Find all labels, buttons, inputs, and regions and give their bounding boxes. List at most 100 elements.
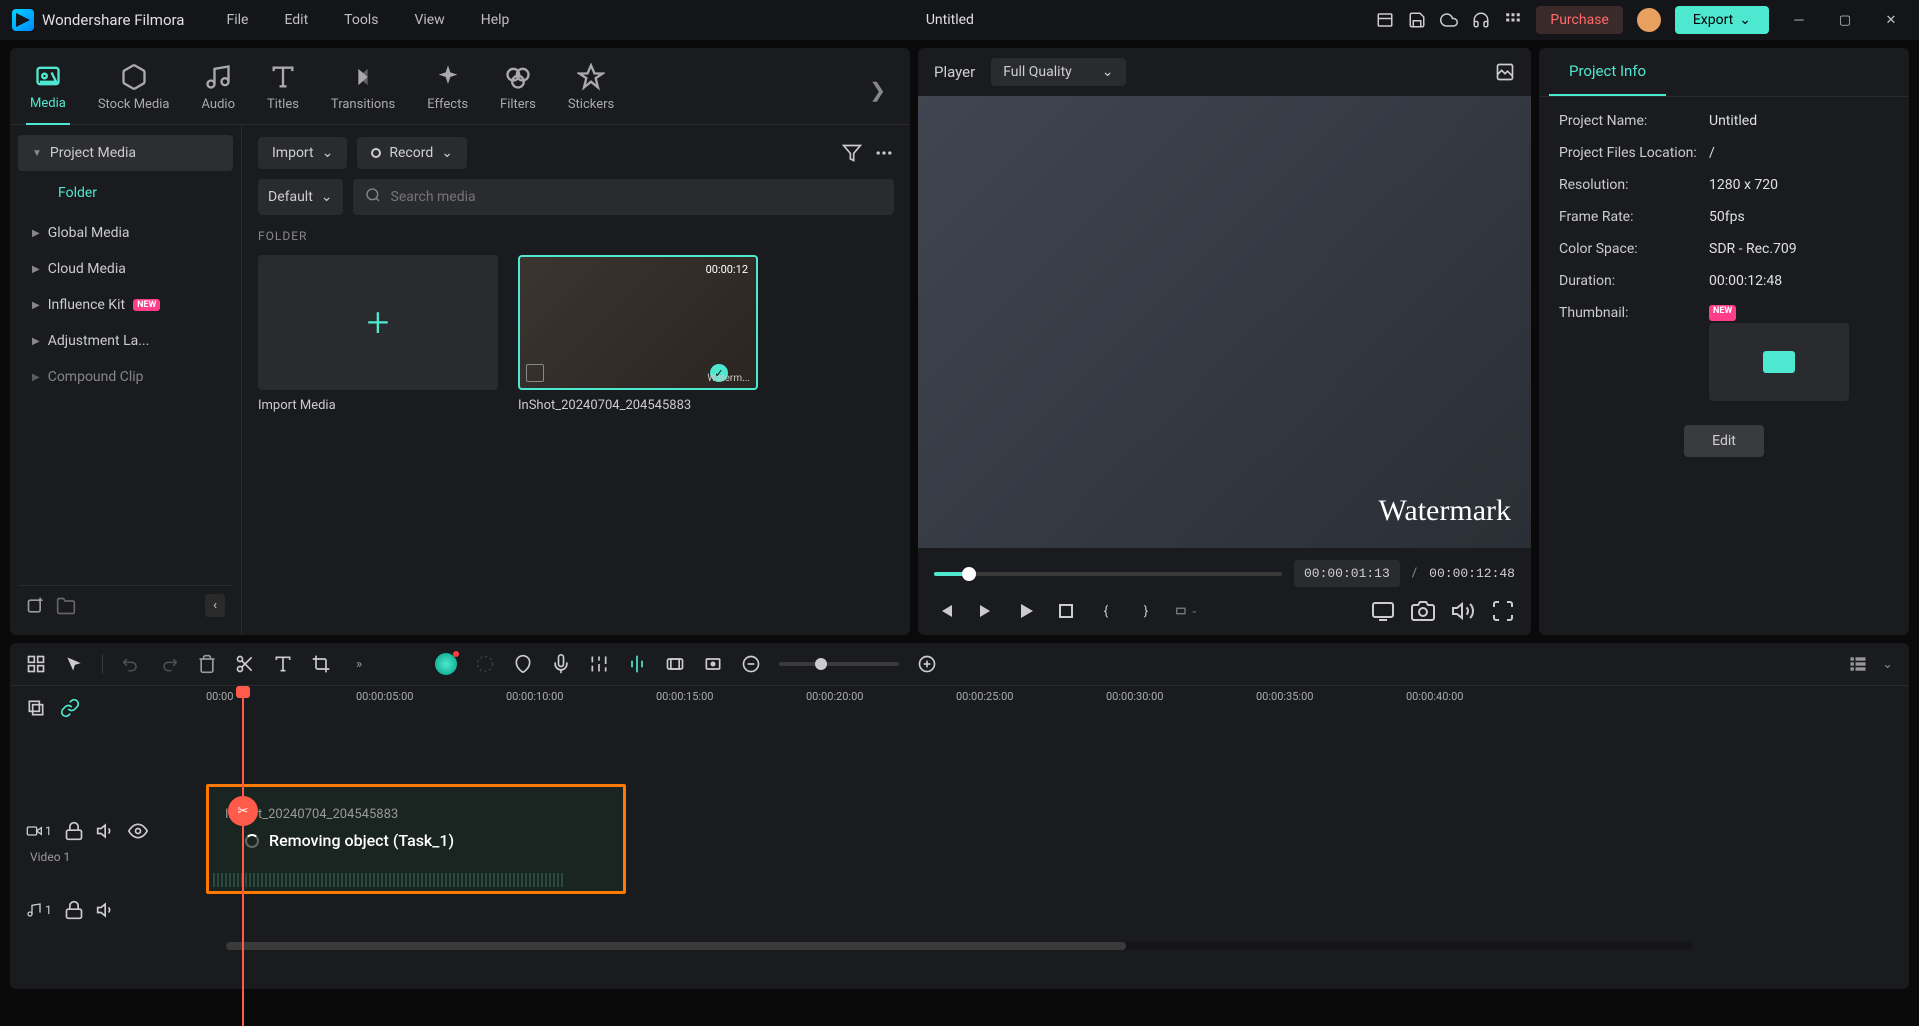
undo-button[interactable] xyxy=(121,654,141,674)
edit-button[interactable]: Edit xyxy=(1684,425,1764,457)
import-media-card[interactable]: + Import Media xyxy=(258,255,498,413)
marker-tool-icon[interactable] xyxy=(513,654,533,674)
media-browser: Import ⌄ Record ⌄ Default xyxy=(242,125,910,635)
player-scrubber[interactable] xyxy=(934,572,1282,576)
close-button[interactable]: ✕ xyxy=(1875,4,1907,36)
menu-edit[interactable]: Edit xyxy=(270,6,322,34)
sidebar-item-folder[interactable]: Folder xyxy=(18,175,233,211)
sidebar-item-adjustment-layer[interactable]: ▶ Adjustment La... xyxy=(18,323,233,359)
snapshot-gallery-icon[interactable] xyxy=(1495,62,1515,82)
track-visibility-icon[interactable] xyxy=(128,821,148,841)
timeline-link-icon[interactable] xyxy=(26,698,46,718)
track-mute-icon[interactable] xyxy=(96,900,116,920)
tab-stock-media[interactable]: Stock Media xyxy=(94,57,174,124)
track-lock-icon[interactable] xyxy=(64,821,84,841)
redo-button[interactable] xyxy=(159,654,179,674)
sidebar-item-project-media[interactable]: ▼ Project Media xyxy=(18,135,233,171)
more-tools-icon[interactable]: » xyxy=(349,654,369,674)
sidebar-item-influence-kit[interactable]: ▶ Influence Kit NEW xyxy=(18,287,233,323)
delete-button[interactable] xyxy=(197,654,217,674)
menu-view[interactable]: View xyxy=(400,6,458,34)
ai-tools-button[interactable] xyxy=(435,653,457,675)
search-box[interactable] xyxy=(353,179,894,215)
quality-dropdown[interactable]: Full Quality ⌄ xyxy=(991,58,1125,86)
new-bin-icon[interactable] xyxy=(26,596,46,616)
sidebar-item-compound-clip[interactable]: ▶ Compound Clip xyxy=(18,359,233,395)
headphones-icon[interactable] xyxy=(1472,11,1490,29)
tab-titles[interactable]: Titles xyxy=(263,57,303,124)
scissor-icon[interactable]: ✂ xyxy=(228,796,258,826)
sidebar-item-global-media[interactable]: ▶ Global Media xyxy=(18,215,233,251)
speed-tool-icon[interactable] xyxy=(475,654,495,674)
fullscreen-button[interactable] xyxy=(1491,599,1515,623)
tab-stickers[interactable]: Stickers xyxy=(564,57,618,124)
minimize-button[interactable]: ─ xyxy=(1783,4,1815,36)
stop-button[interactable] xyxy=(1054,599,1078,623)
audio-mixer-icon[interactable] xyxy=(589,654,609,674)
tab-effects[interactable]: Effects xyxy=(423,57,472,124)
tab-media[interactable]: Media xyxy=(26,56,70,125)
chevron-down-icon: ⌄ xyxy=(322,145,334,161)
import-dropdown[interactable]: Import ⌄ xyxy=(258,137,347,169)
voiceover-icon[interactable] xyxy=(551,654,571,674)
more-icon[interactable] xyxy=(874,143,894,163)
track-lock-icon[interactable] xyxy=(64,900,84,920)
render-icon[interactable] xyxy=(665,654,685,674)
thumbnail-edit-box[interactable] xyxy=(1709,323,1849,401)
menu-help[interactable]: Help xyxy=(467,6,524,34)
search-input[interactable] xyxy=(391,189,882,205)
next-frame-button[interactable] xyxy=(974,599,998,623)
export-button[interactable]: Export⌄ xyxy=(1675,6,1769,34)
timeline-clip[interactable]: InShot_20240704_204545883 Removing objec… xyxy=(206,784,626,894)
cloud-icon[interactable] xyxy=(1440,11,1458,29)
maximize-button[interactable]: ▢ xyxy=(1829,4,1861,36)
layout-icon[interactable] xyxy=(1376,11,1394,29)
sidebar-item-cloud-media[interactable]: ▶ Cloud Media xyxy=(18,251,233,287)
mark-out-button[interactable]: } xyxy=(1134,599,1158,623)
track-mute-icon[interactable] xyxy=(96,821,116,841)
split-button[interactable] xyxy=(235,654,255,674)
project-info-tab[interactable]: Project Info xyxy=(1549,48,1666,96)
zoom-out-button[interactable] xyxy=(741,654,761,674)
timeline-ruler[interactable]: ✂ 00:00 00:00:05:00 00:00:10:00 00:00:15… xyxy=(206,690,1893,726)
zoom-slider[interactable] xyxy=(779,662,899,666)
keyframe-icon[interactable] xyxy=(627,654,647,674)
cursor-tool-icon[interactable] xyxy=(64,654,84,674)
purchase-button[interactable]: Purchase xyxy=(1536,6,1622,34)
mark-in-button[interactable]: { xyxy=(1094,599,1118,623)
display-settings-icon[interactable] xyxy=(1371,599,1395,623)
zoom-in-button[interactable] xyxy=(917,654,937,674)
prev-frame-button[interactable] xyxy=(934,599,958,623)
menu-tools[interactable]: Tools xyxy=(330,6,392,34)
snapshot-button[interactable] xyxy=(1411,599,1435,623)
timeline-scrollbar[interactable] xyxy=(226,942,1693,950)
player-panel: Player Full Quality ⌄ Watermark 00:00:01… xyxy=(918,48,1531,635)
apps-icon[interactable] xyxy=(1504,11,1522,29)
record-dropdown[interactable]: Record ⌄ xyxy=(357,137,467,169)
aspect-ratio-icon[interactable] xyxy=(703,654,723,674)
media-clip-card[interactable]: 00:00:12 ✓ Waterm... InShot_20240704_204… xyxy=(518,255,758,413)
titles-icon xyxy=(269,63,297,91)
sidebar-collapse-button[interactable]: ‹ xyxy=(205,594,225,617)
clip-mode-dropdown[interactable]: ⌄ xyxy=(1174,599,1198,623)
play-button[interactable] xyxy=(1014,599,1038,623)
timeline-options-icon[interactable] xyxy=(26,654,46,674)
chevron-down-icon[interactable]: ⌄ xyxy=(1882,657,1893,672)
tab-filters[interactable]: Filters xyxy=(496,57,540,124)
filter-icon[interactable] xyxy=(842,143,862,163)
tab-audio[interactable]: Audio xyxy=(198,57,239,124)
track-view-icon[interactable] xyxy=(1848,654,1868,674)
crop-tool-icon[interactable] xyxy=(311,654,331,674)
new-folder-icon[interactable] xyxy=(56,596,76,616)
sort-dropdown[interactable]: Default ⌄ xyxy=(258,179,343,215)
tabs-scroll-right[interactable]: ❯ xyxy=(861,70,894,110)
playhead[interactable]: ✂ xyxy=(242,690,244,1026)
tab-transitions[interactable]: Transitions xyxy=(327,57,399,124)
user-avatar[interactable] xyxy=(1637,8,1661,32)
volume-button[interactable] xyxy=(1451,599,1475,623)
preview-viewport[interactable]: Watermark xyxy=(918,96,1531,548)
menu-file[interactable]: File xyxy=(212,6,262,34)
save-icon[interactable] xyxy=(1408,11,1426,29)
timeline-magnet-icon[interactable] xyxy=(60,698,80,718)
text-tool-icon[interactable] xyxy=(273,654,293,674)
